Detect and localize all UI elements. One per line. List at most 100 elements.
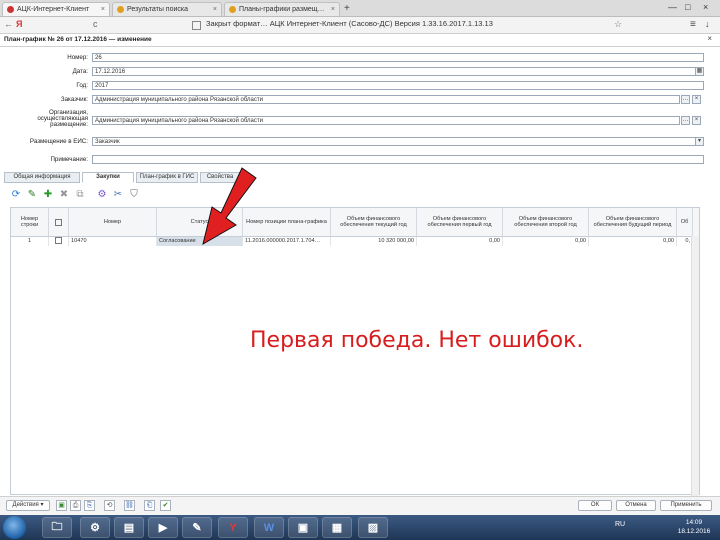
new-tab-button[interactable]: + <box>344 3 350 14</box>
tab-label: Результаты поиска <box>127 6 189 13</box>
emblem-favicon-icon <box>229 6 236 13</box>
start-button[interactable] <box>3 516 26 539</box>
placement-select[interactable]: Заказчик <box>92 137 696 146</box>
close-icon[interactable]: × <box>210 6 217 13</box>
row-checkbox[interactable] <box>55 237 62 245</box>
browser-tab-plans[interactable]: Планы-графики размещ… × <box>224 2 340 16</box>
print-icon[interactable]: ⎙ <box>70 500 81 511</box>
taskbar-app-yandex[interactable]: Y <box>218 517 248 538</box>
history-icon[interactable]: ⟲ <box>104 500 115 511</box>
attach-icon[interactable]: ⎘ <box>84 500 95 511</box>
browser-tab-ack[interactable]: АЦК-Интернет-Клиент × <box>2 2 110 16</box>
browser-tab-bar: АЦК-Интернет-Клиент × Результаты поиска … <box>0 0 720 17</box>
taskbar-app-word[interactable]: W <box>254 517 284 538</box>
save-icon[interactable]: ▣ <box>56 500 67 511</box>
close-icon[interactable]: × <box>328 6 335 13</box>
close-icon[interactable]: × <box>98 6 105 13</box>
chevron-down-icon[interactable]: ▾ <box>695 137 704 146</box>
tab-purchases[interactable]: Закупки <box>82 172 134 183</box>
customer-input[interactable]: Администрация муниципального района Ряза… <box>92 95 680 104</box>
col-select[interactable] <box>49 208 69 236</box>
clock-time: 14:09 <box>685 519 703 526</box>
clear-icon[interactable]: × <box>692 116 701 125</box>
cell-status[interactable]: Согласование <box>157 237 243 246</box>
overlay-caption: Первая победа. Нет ошибок. <box>250 328 584 353</box>
delete-icon[interactable]: ✖ <box>58 189 70 201</box>
cell-select[interactable] <box>49 237 69 246</box>
select-all-checkbox[interactable] <box>55 218 62 226</box>
note-label: Примечание: <box>50 156 88 163</box>
tab-label: Планы-графики размещ… <box>239 6 325 13</box>
address-text[interactable]: Закрыт формат… АЦК Интернет-Клиент (Сасо… <box>206 19 493 28</box>
approve-icon[interactable]: ✔ <box>160 500 171 511</box>
col-fin-future[interactable]: Объем финансового обеспечения будущий пе… <box>589 208 677 236</box>
menu-icon[interactable]: ≡ <box>690 19 696 30</box>
taskbar-app-media[interactable]: ▶ <box>148 517 178 538</box>
apply-button[interactable]: Применить <box>660 500 712 511</box>
reload-icon[interactable]: c <box>93 19 98 29</box>
tab-properties[interactable]: Свойства <box>200 172 240 183</box>
number-input[interactable]: 26 <box>92 53 704 62</box>
download-icon[interactable]: ↓ <box>705 19 710 29</box>
back-button[interactable]: ← <box>4 19 13 29</box>
address-bar: ← Я c Закрыт формат… АЦК Интернет-Клиент… <box>0 17 720 34</box>
year-input[interactable]: 2017 <box>92 81 704 90</box>
clear-icon[interactable]: × <box>692 95 701 104</box>
window-close-button[interactable]: × <box>703 2 708 12</box>
bookmark-icon[interactable]: ☆ <box>614 19 622 30</box>
col-fin-first[interactable]: Объем финансового обеспечения первый год <box>417 208 503 236</box>
taskbar-app-app[interactable]: ▨ <box>358 517 388 538</box>
taskbar-app-archive[interactable]: ▦ <box>322 517 352 538</box>
col-number[interactable]: Номер <box>69 208 157 236</box>
browser-tab-search[interactable]: Результаты поиска × <box>112 2 222 16</box>
close-document-button[interactable]: × <box>707 34 712 43</box>
refresh-icon[interactable]: ⟳ <box>10 189 22 201</box>
col-fin-second[interactable]: Объем финансового обеспечения второй год <box>503 208 589 236</box>
clock-date: 18.12.2016 <box>677 528 711 535</box>
docs-icon[interactable]: ⎗ <box>144 500 155 511</box>
yandex-icon[interactable]: Я <box>16 19 22 29</box>
copy-icon[interactable]: ⧉ <box>74 189 86 201</box>
taskbar-app-tools[interactable]: ✎ <box>182 517 212 538</box>
lookup-button[interactable]: … <box>681 95 690 104</box>
col-line-number[interactable]: Номер строки <box>11 208 49 236</box>
add-icon[interactable]: ✚ <box>42 189 54 201</box>
edit-icon[interactable]: ✎ <box>26 189 38 201</box>
vertical-scrollbar[interactable] <box>691 236 699 498</box>
link-icon[interactable]: ⛓ <box>124 500 135 511</box>
taskbar-app-network[interactable]: ⚙ <box>80 517 110 538</box>
date-label: Дата: <box>72 68 88 75</box>
date-input[interactable]: 17.12.2016 <box>92 67 696 76</box>
org-input[interactable]: Администрация муниципального района Ряза… <box>92 116 680 125</box>
system-clock[interactable]: 14:09 18.12.2016 <box>672 518 716 536</box>
filter-icon[interactable]: ⛉ <box>128 189 140 201</box>
minimize-button[interactable]: — <box>668 2 677 12</box>
cell-fin-first: 0,00 <box>417 237 503 246</box>
lookup-button[interactable]: … <box>681 116 690 125</box>
cancel-button[interactable]: Отмена <box>616 500 656 511</box>
taskbar-app-folder[interactable]: ▤ <box>114 517 144 538</box>
taskbar-app-powerpoint[interactable]: ▣ <box>288 517 318 538</box>
tab-label: АЦК-Интернет-Клиент <box>17 6 90 13</box>
table-row[interactable]: 1 10470 Согласование 11.2016.000000.2017… <box>11 237 699 246</box>
col-extra[interactable]: Об <box>677 208 693 236</box>
actions-dropdown[interactable]: Действия ▾ <box>6 500 50 511</box>
language-indicator[interactable]: RU <box>615 521 625 528</box>
restore-button[interactable]: □ <box>685 2 690 12</box>
cell-line: 1 <box>11 237 49 246</box>
note-input[interactable] <box>92 155 704 164</box>
emblem-favicon-icon <box>117 6 124 13</box>
taskbar-app-explorer[interactable]: 🗀 <box>42 517 72 538</box>
tab-general[interactable]: Общая информация <box>4 172 80 183</box>
cell-fin-second: 0,00 <box>503 237 589 246</box>
tools-icon[interactable]: ✂ <box>112 189 124 201</box>
settings-icon[interactable]: ⚙ <box>96 189 108 201</box>
grid-header: Номер строки Номер Статус Номер позиции … <box>11 208 699 237</box>
placement-label: Размещение в ЕИС: <box>29 138 88 145</box>
tab-plan-gis[interactable]: План-график в ГИС <box>136 172 198 183</box>
col-status[interactable]: Статус <box>157 208 243 236</box>
calendar-icon[interactable]: ▦ <box>695 67 704 76</box>
col-fin-current[interactable]: Объем финансового обеспечения текущий го… <box>331 208 417 236</box>
col-position[interactable]: Номер позиции плана-графика <box>243 208 331 236</box>
ok-button[interactable]: ОК <box>578 500 612 511</box>
